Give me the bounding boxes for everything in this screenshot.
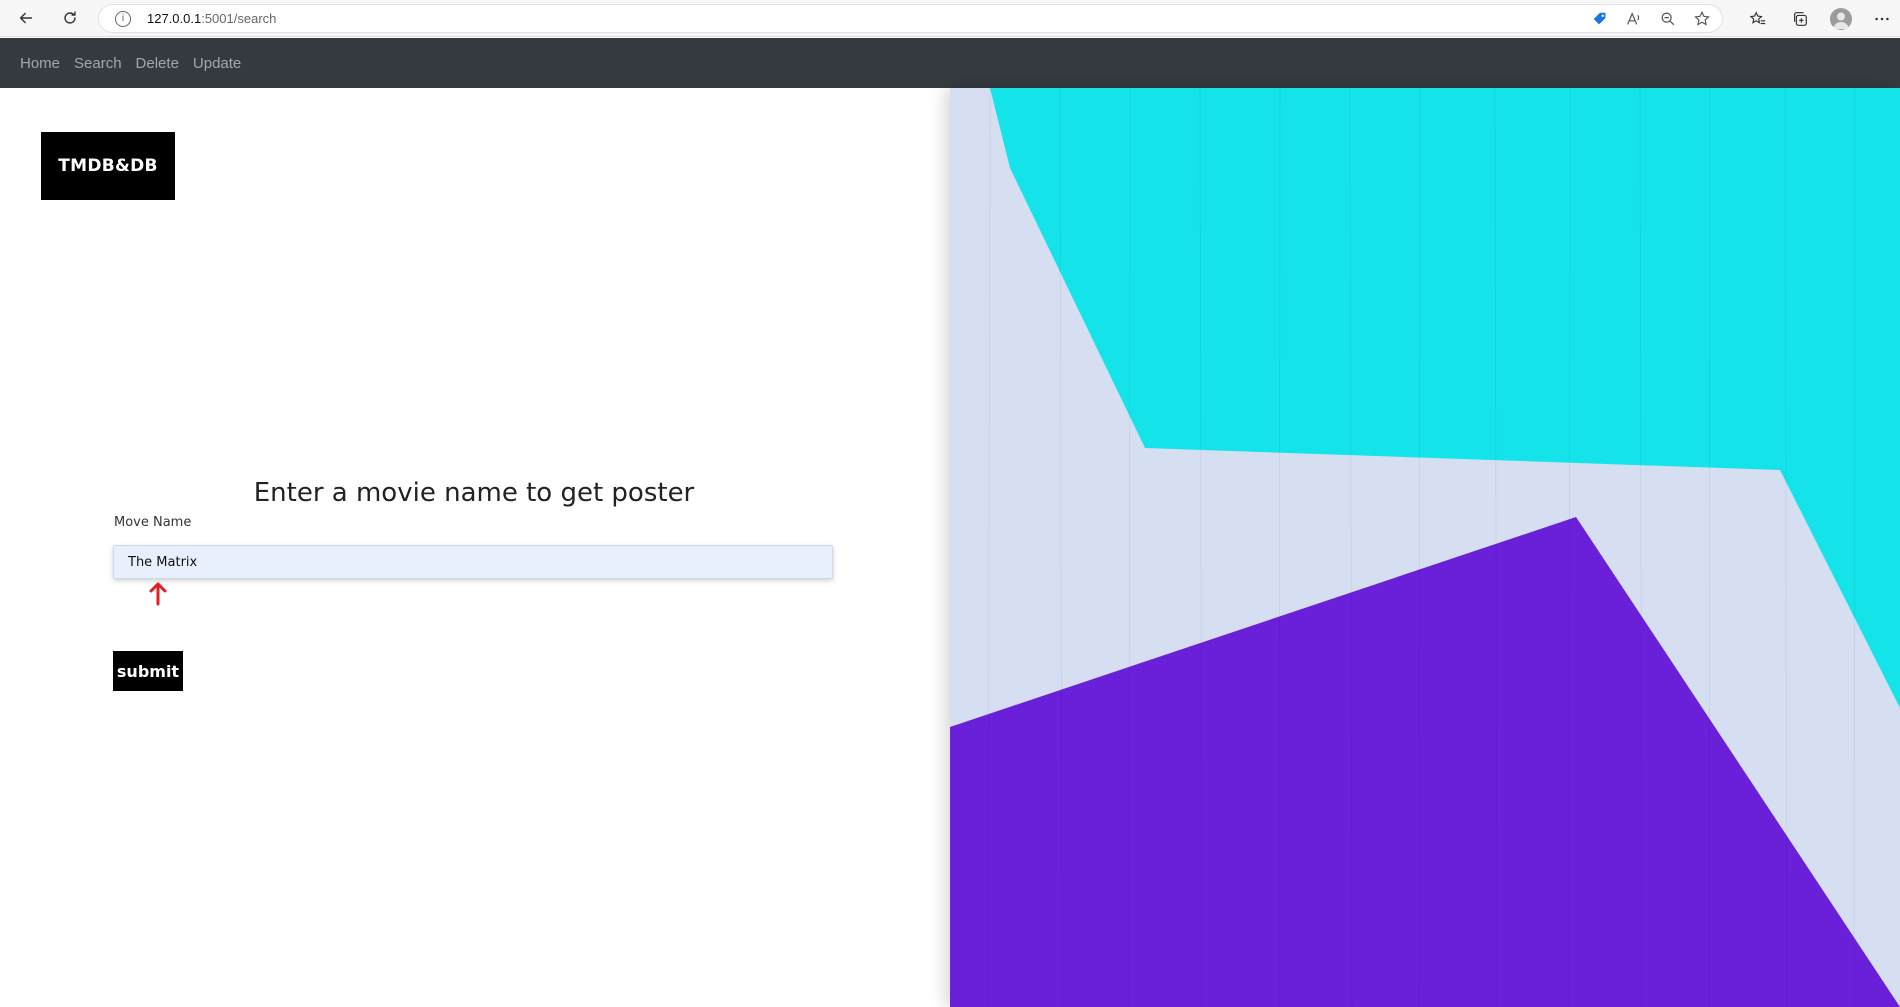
nav-delete-link[interactable]: Delete — [136, 55, 179, 72]
url-text[interactable]: 127.0.0.1:5001/search — [147, 11, 276, 26]
decorative-art-panel — [950, 88, 1900, 1007]
address-bar-actions — [1590, 9, 1712, 29]
profile-avatar-icon[interactable] — [1830, 7, 1852, 30]
movie-name-label: Move Name — [114, 515, 192, 530]
more-options-icon[interactable] — [1870, 7, 1894, 31]
abstract-wall-art — [950, 88, 1900, 1007]
read-aloud-icon[interactable] — [1624, 9, 1644, 29]
site-navbar: Home Search Delete Update — [0, 38, 1900, 88]
nav-home-link[interactable]: Home — [20, 55, 60, 72]
page-title: Enter a movie name to get poster — [253, 478, 695, 508]
nav-update-link[interactable]: Update — [193, 55, 241, 72]
favorites-icon[interactable] — [1746, 7, 1770, 31]
zoom-out-icon[interactable] — [1658, 9, 1678, 29]
back-arrow-icon[interactable] — [12, 5, 40, 31]
browser-toolbar: i 127.0.0.1:5001/search — [0, 0, 1900, 37]
price-tag-icon[interactable] — [1590, 9, 1610, 29]
address-bar[interactable]: i 127.0.0.1:5001/search — [98, 4, 1723, 33]
refresh-icon[interactable] — [56, 5, 84, 31]
movie-name-input[interactable] — [113, 545, 833, 579]
submit-button[interactable]: submit — [113, 651, 183, 691]
url-path: :5001/search — [201, 11, 277, 26]
collections-icon[interactable] — [1788, 7, 1812, 31]
site-info-icon[interactable]: i — [115, 10, 131, 27]
favorite-add-icon[interactable] — [1692, 9, 1712, 29]
nav-search-link[interactable]: Search — [74, 55, 122, 72]
annotation-arrow-icon — [149, 582, 167, 606]
url-host: 127.0.0.1 — [147, 11, 202, 26]
browser-toolbar-right — [1746, 4, 1900, 33]
site-logo: TMDB&DB — [41, 132, 175, 200]
